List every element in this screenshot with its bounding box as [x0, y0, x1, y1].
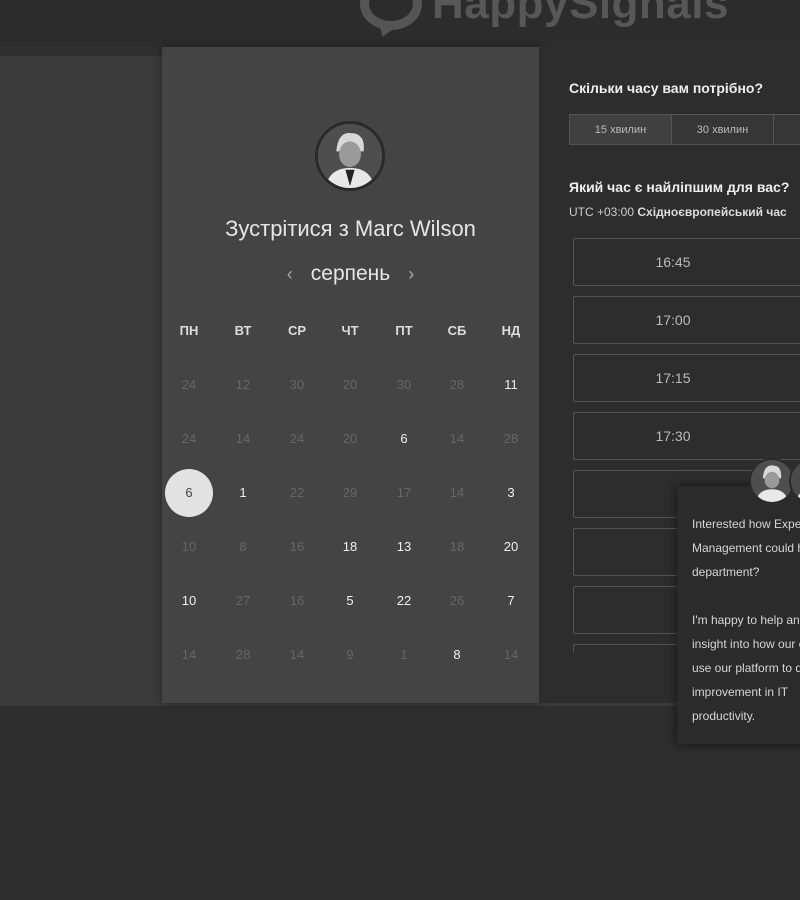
calendar-day: 14 — [289, 647, 305, 662]
calendar-day: 16 — [289, 539, 305, 554]
calendar-day: 26 — [449, 593, 465, 608]
weekday-tue: ВТ — [234, 323, 252, 338]
weekday-sat: СБ — [447, 323, 467, 338]
calendar-day[interactable]: 22 — [380, 577, 428, 625]
calendar-day: 10 — [181, 539, 197, 554]
calendar-day[interactable]: 7 — [487, 577, 535, 625]
calendar-day: 20 — [342, 431, 358, 446]
time-slot[interactable]: 17:15 — [573, 354, 800, 402]
calendar-day: 29 — [342, 485, 358, 500]
calendar-day[interactable]: 10 — [165, 577, 213, 625]
calendar-day[interactable]: 8 — [433, 631, 481, 679]
calendar-day: 24 — [289, 431, 305, 446]
calendar-day[interactable]: 13 — [380, 523, 428, 571]
calendar-day: 28 — [235, 647, 251, 662]
time-slot[interactable]: 16:45 — [573, 238, 800, 286]
calendar-day[interactable]: 6 — [380, 415, 428, 463]
calendar-day: 24 — [181, 377, 197, 392]
calendar-days-grid: 24 12 30 20 30 28 11 24 14 24 20 6 14 28 6 1 22 29 17 14 3 10… — [162, 361, 539, 691]
calendar-day: 30 — [396, 377, 412, 392]
person-photo-icon — [751, 460, 793, 502]
calendar-day[interactable]: 18 — [326, 523, 374, 571]
calendar-day[interactable]: 3 — [487, 469, 535, 517]
calendar-day[interactable]: 5 — [326, 577, 374, 625]
weekday-sun: НД — [501, 323, 521, 338]
prev-month-arrow-icon[interactable]: ‹ — [287, 264, 293, 285]
top-header: HappySignals — [0, 0, 800, 46]
duration-15-button[interactable]: 15 хвилин — [569, 114, 672, 145]
calendar-day: 18 — [449, 539, 465, 554]
duration-more-button[interactable] — [773, 114, 800, 145]
weekday-fri: ПТ — [395, 323, 413, 338]
booking-calendar-panel: Зустрітися з Marc Wilson ‹ серпень › ПН … — [162, 47, 539, 703]
timezone-offset: UTC +03:00 — [569, 205, 635, 219]
calendar-day: 28 — [449, 377, 465, 392]
chat-message: Interested how Experience Management cou… — [692, 517, 800, 723]
logo-speech-bubble-icon — [360, 0, 422, 30]
calendar-day[interactable]: 11 — [487, 361, 535, 409]
brand-logo[interactable]: HappySignals — [360, 0, 729, 30]
calendar-day: 27 — [235, 593, 251, 608]
calendar-day: 12 — [235, 377, 251, 392]
calendar-day: 28 — [503, 431, 519, 446]
calendar-day: 14 — [235, 431, 251, 446]
calendar-day: 22 — [289, 485, 305, 500]
time-question: Який час є найліпшим для вас? — [569, 179, 790, 195]
time-slot[interactable]: 17:30 — [573, 412, 800, 460]
calendar-day: 20 — [342, 377, 358, 392]
calendar-day: 1 — [400, 647, 408, 662]
calendar-day: 30 — [289, 377, 305, 392]
calendar-day[interactable]: 20 — [487, 523, 535, 571]
time-slot[interactable]: 17:00 — [573, 296, 800, 344]
calendar-day-selected[interactable]: 6 — [165, 469, 213, 517]
month-navigation: ‹ серпень › — [162, 262, 539, 286]
duration-selector: 15 хвилин 30 хвилин — [569, 114, 800, 145]
calendar-day: 17 — [396, 485, 412, 500]
current-month: серпень — [310, 262, 391, 285]
timezone-label[interactable]: UTC +03:00 Східноєвропейський час — [569, 205, 787, 219]
calendar-day: 14 — [449, 485, 465, 500]
host-avatar — [315, 121, 385, 191]
calendar-day: 14 — [181, 647, 197, 662]
person-photo-icon — [318, 124, 382, 188]
duration-30-button[interactable]: 30 хвилин — [671, 114, 774, 145]
calendar-day[interactable]: 1 — [219, 469, 267, 517]
weekday-mon: ПН — [179, 323, 199, 338]
weekday-wed: СР — [287, 323, 307, 338]
calendar-day: 8 — [239, 539, 247, 554]
duration-question: Скільки часу вам потрібно? — [569, 80, 764, 96]
calendar-day: 14 — [449, 431, 465, 446]
calendar-day: 14 — [503, 647, 519, 662]
timezone-name: Східноєвропейський час — [637, 205, 787, 219]
meeting-title: Зустрітися з Marc Wilson — [225, 216, 476, 241]
chat-popup[interactable]: Interested how Experience Management cou… — [677, 458, 800, 744]
calendar-day: 24 — [181, 431, 197, 446]
weekday-thu: ЧТ — [341, 323, 359, 338]
next-month-arrow-icon[interactable]: › — [408, 264, 414, 285]
brand-name: HappySignals — [432, 0, 729, 28]
calendar-day: 16 — [289, 593, 305, 608]
calendar-day: 9 — [346, 647, 354, 662]
